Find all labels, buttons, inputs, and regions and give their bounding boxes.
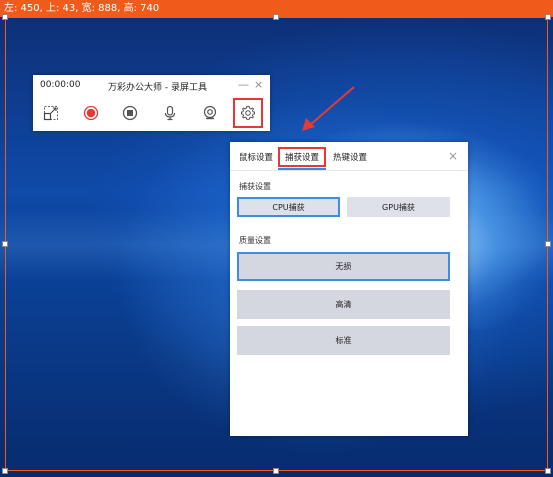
panel-close-button[interactable]: × xyxy=(448,149,458,163)
resize-handle-top-left[interactable] xyxy=(2,14,8,20)
settings-panel: 鼠标设置 捕获设置 热键设置 × 捕获设置 CPU捕获 GPU捕获 质量设置 无… xyxy=(230,142,468,436)
microphone-button[interactable] xyxy=(156,99,184,127)
settings-tab-bar: 鼠标设置 捕获设置 热键设置 × xyxy=(230,142,468,171)
cpu-capture-option[interactable]: CPU捕获 xyxy=(237,197,340,217)
quality-lossless-option[interactable]: 无损 xyxy=(237,252,450,281)
record-icon xyxy=(83,105,99,121)
resize-handle-left[interactable] xyxy=(2,241,8,247)
toolbar-title: 万彩办公大师 - 录屏工具 xyxy=(108,83,207,93)
capture-section-label: 捕获设置 xyxy=(239,182,271,191)
settings-icon xyxy=(241,105,255,120)
resize-handle-bottom[interactable] xyxy=(273,468,279,474)
select-region-icon xyxy=(43,106,58,121)
resize-handle-bottom-left[interactable] xyxy=(2,468,8,474)
toolbar-close-button[interactable]: × xyxy=(254,78,263,91)
quality-section-label: 质量设置 xyxy=(239,236,271,245)
quality-standard-option[interactable]: 标准 xyxy=(237,326,450,355)
webcam-button[interactable] xyxy=(196,99,224,127)
recording-toolbar: 00:00:00 万彩办公大师 - 录屏工具 — × xyxy=(33,75,270,131)
resize-handle-top-right[interactable] xyxy=(545,14,551,20)
record-button[interactable] xyxy=(77,99,105,127)
red-arrow-annotation xyxy=(302,86,355,131)
toolbar-header: 00:00:00 万彩办公大师 - 录屏工具 — × xyxy=(33,75,270,97)
minimize-button[interactable]: — xyxy=(238,78,249,91)
tab-mouse-settings[interactable]: 鼠标设置 xyxy=(239,151,273,163)
stop-button[interactable] xyxy=(116,99,144,127)
toolbar-icon-row xyxy=(33,97,270,131)
recording-timer: 00:00:00 xyxy=(40,80,81,90)
gpu-capture-option[interactable]: GPU捕获 xyxy=(347,197,450,217)
quality-hd-option[interactable]: 高清 xyxy=(237,290,450,319)
stop-icon xyxy=(122,105,138,121)
resize-handle-top[interactable] xyxy=(273,14,279,20)
settings-button[interactable] xyxy=(233,98,263,128)
select-region-button[interactable] xyxy=(37,99,65,127)
tab-capture-settings[interactable]: 捕获设置 xyxy=(278,147,327,167)
active-tab-indicator xyxy=(278,168,326,170)
tab-hotkey-settings[interactable]: 热键设置 xyxy=(333,151,367,163)
resize-handle-bottom-right[interactable] xyxy=(545,468,551,474)
webcam-icon xyxy=(203,105,217,120)
resize-handle-right[interactable] xyxy=(545,241,551,247)
microphone-icon xyxy=(164,105,176,121)
